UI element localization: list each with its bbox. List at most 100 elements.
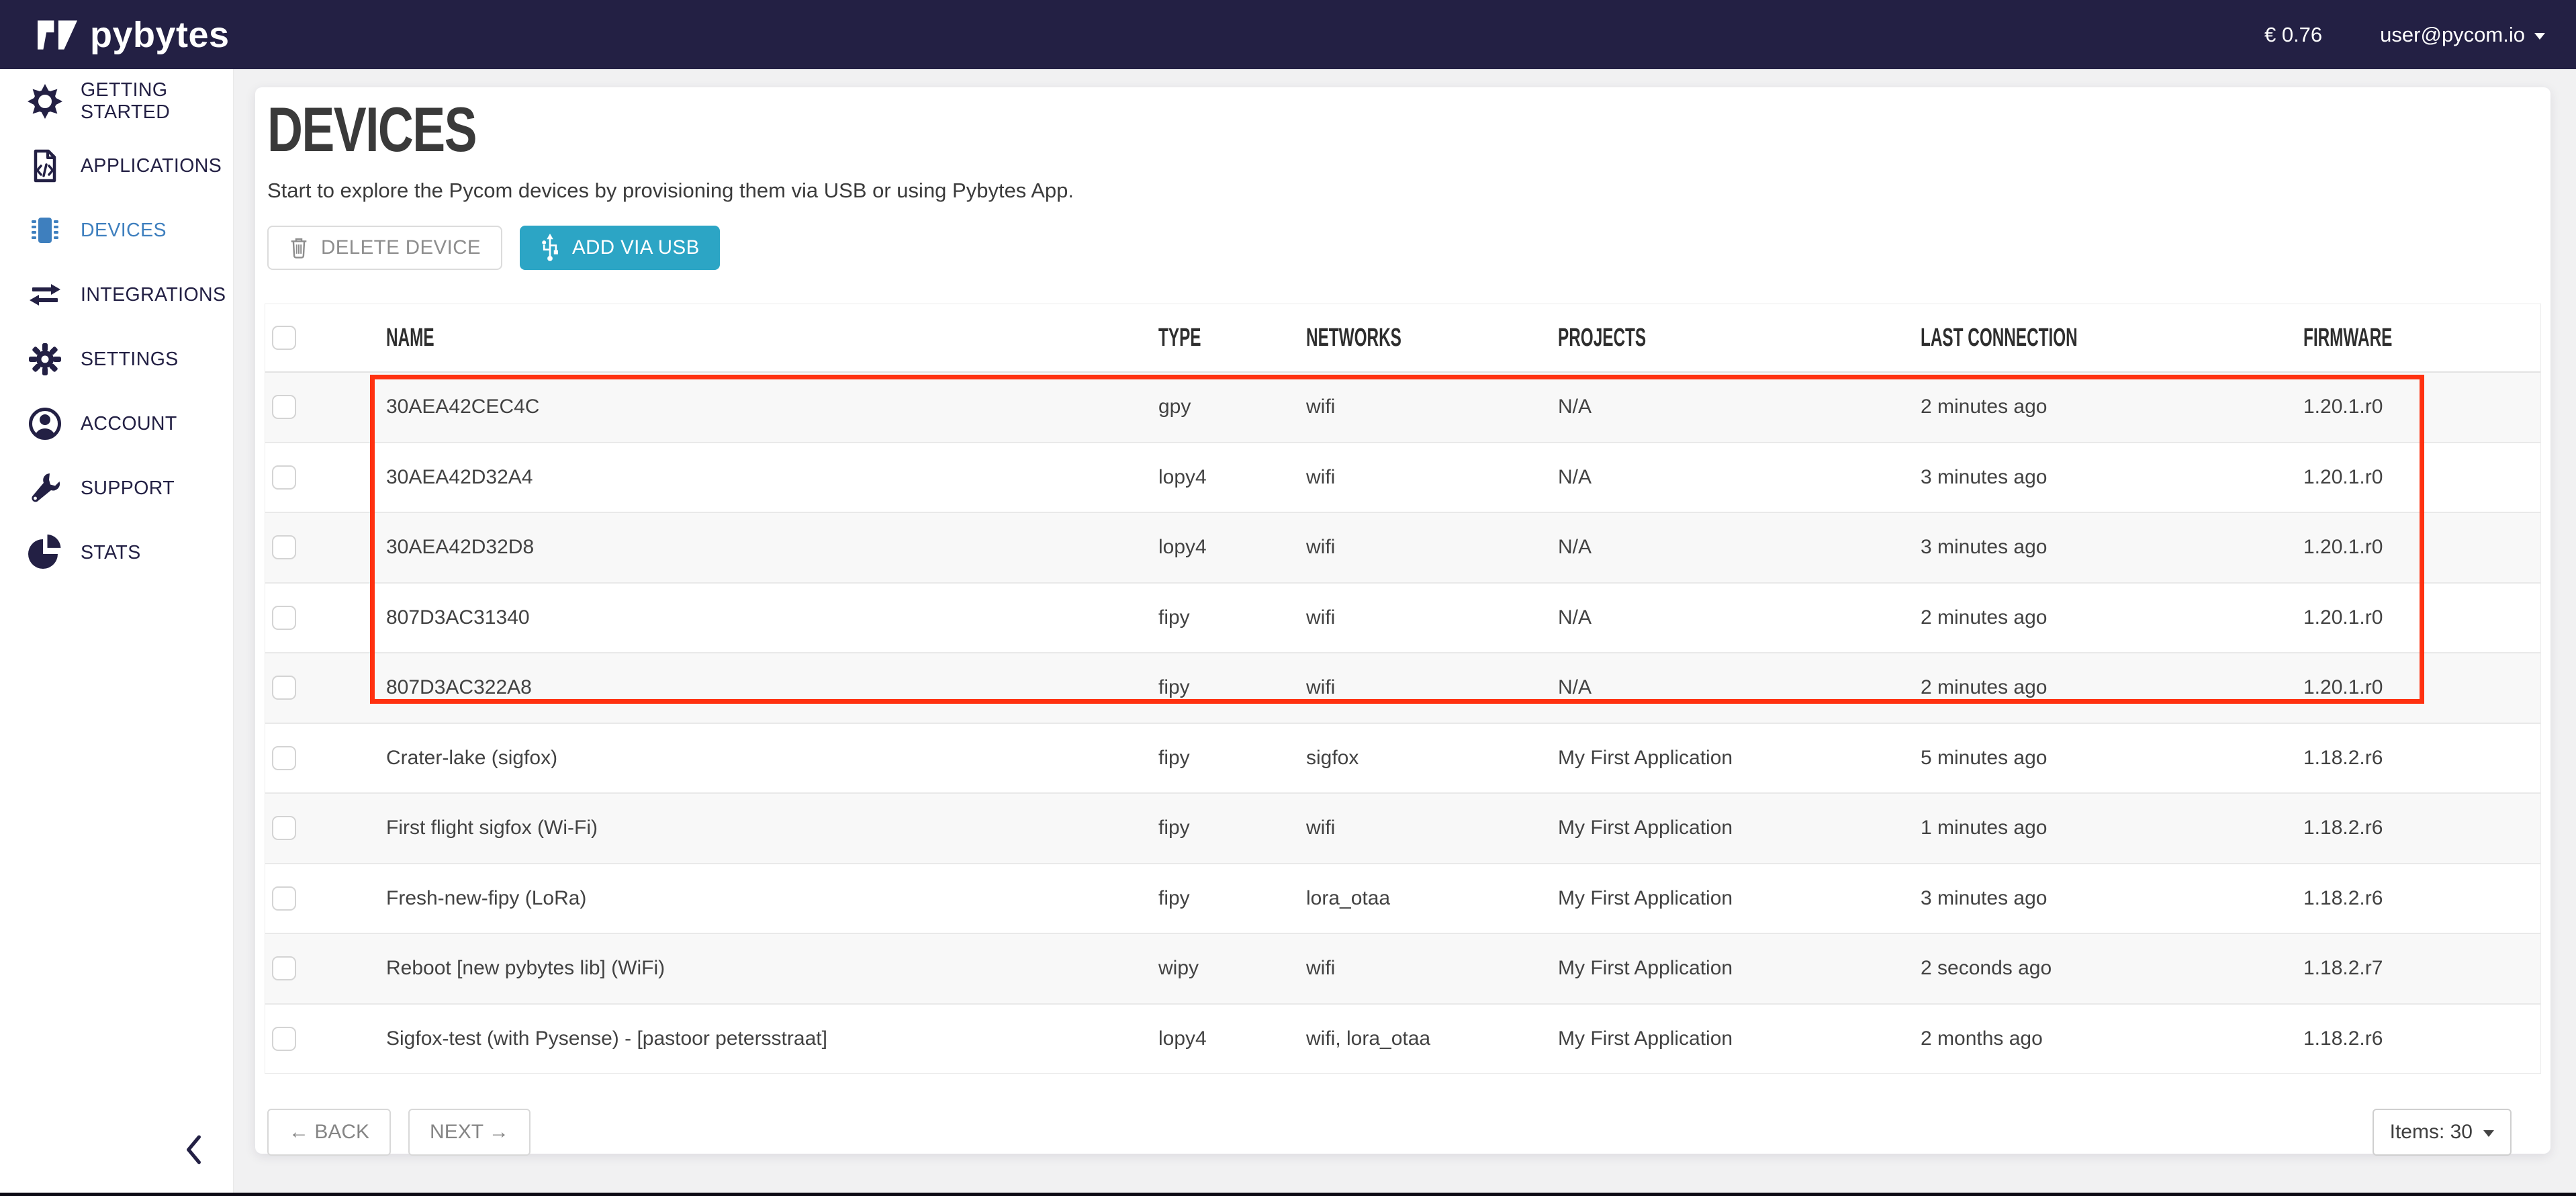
select-all-checkbox[interactable] — [272, 326, 296, 350]
sidebar-item-stats[interactable]: STATS — [0, 520, 233, 585]
cell-name: 30AEA42CEC4C — [366, 396, 1158, 418]
usb-icon — [540, 233, 560, 263]
cell-name: Crater-lake (sigfox) — [366, 747, 1158, 770]
table-row[interactable]: 30AEA42D32A4lopy4wifiN/A3 minutes ago1.2… — [265, 443, 2540, 514]
cell-firmware: 1.20.1.r0 — [2303, 606, 2540, 629]
table-row[interactable]: 30AEA42D32D8lopy4wifiN/A3 minutes ago1.2… — [265, 513, 2540, 584]
items-per-page-dropdown[interactable]: Items: 30 — [2373, 1109, 2512, 1156]
cell-name: First flight sigfox (Wi-Fi) — [366, 817, 1158, 839]
cell-last-connection: 5 minutes ago — [1921, 747, 2303, 770]
cell-projects: N/A — [1558, 676, 1921, 699]
sidebar-item-integrations[interactable]: INTEGRATIONS — [0, 263, 233, 327]
row-checkbox-cell — [265, 676, 366, 700]
topbar: pybytes € 0.76 user@pycom.io — [0, 0, 2576, 69]
actions-toolbar: DELETE DEVICE ADD VIA USB — [267, 226, 2541, 270]
table-row[interactable]: 807D3AC322A8fipywifiN/A2 minutes ago1.20… — [265, 653, 2540, 724]
row-checkbox[interactable] — [272, 606, 296, 630]
table-row[interactable]: Crater-lake (sigfox)fipysigfoxMy First A… — [265, 724, 2540, 794]
sidebar-item-label: STATS — [81, 542, 141, 564]
row-checkbox[interactable] — [272, 746, 296, 770]
cell-firmware: 1.20.1.r0 — [2303, 536, 2540, 559]
row-checkbox[interactable] — [272, 465, 296, 490]
table-row[interactable]: First flight sigfox (Wi-Fi)fipywifiMy Fi… — [265, 794, 2540, 864]
chevron-down-icon — [2483, 1130, 2494, 1137]
cell-type: fipy — [1158, 747, 1306, 770]
row-checkbox[interactable] — [272, 395, 296, 419]
cell-firmware: 1.20.1.r0 — [2303, 466, 2540, 489]
sidebar-collapse-button[interactable] — [183, 1134, 204, 1165]
pybytes-logo-icon — [38, 20, 78, 50]
sidebar-item-account[interactable]: ACCOUNT — [0, 392, 233, 456]
sidebar-item-devices[interactable]: DEVICES — [0, 198, 233, 263]
header-checkbox-cell — [265, 326, 366, 350]
back-button[interactable]: ← BACK — [267, 1109, 391, 1156]
cell-last-connection: 3 minutes ago — [1921, 466, 2303, 489]
sidebar: GETTING STARTED APPLICATIONS DEVICES INTEGR… — [0, 69, 234, 1196]
table-row[interactable]: Reboot [new pybytes lib] (WiFi)wipywifiM… — [265, 934, 2540, 1005]
cell-projects: My First Application — [1558, 817, 1921, 839]
column-header-name: NAME — [366, 324, 1158, 353]
user-menu[interactable]: user@pycom.io — [2380, 23, 2545, 47]
column-header-networks: NETWORKS — [1306, 324, 1558, 353]
devices-card: DEVICES Start to explore the Pycom devic… — [255, 87, 2550, 1154]
row-checkbox[interactable] — [272, 886, 296, 911]
delete-device-button[interactable]: DELETE DEVICE — [267, 226, 502, 270]
table-row[interactable]: 807D3AC31340fipywifiN/A2 minutes ago1.20… — [265, 584, 2540, 654]
content: DEVICES Start to explore the Pycom devic… — [234, 69, 2576, 1196]
user-circle-icon — [27, 406, 63, 442]
next-button[interactable]: NEXT → — [408, 1109, 531, 1156]
sidebar-item-label: APPLICATIONS — [81, 155, 222, 177]
cell-projects: My First Application — [1558, 957, 1921, 980]
wrench-icon — [27, 470, 63, 506]
row-checkbox-cell — [265, 886, 366, 911]
sidebar-item-support[interactable]: SUPPORT — [0, 456, 233, 520]
table-body: 30AEA42CEC4CgpywifiN/A2 minutes ago1.20.… — [265, 373, 2540, 1073]
sidebar-item-label: SETTINGS — [81, 349, 179, 371]
sidebar-item-label: GETTING STARTED — [81, 79, 233, 124]
cell-type: fipy — [1158, 676, 1306, 699]
row-checkbox-cell — [265, 816, 366, 840]
sidebar-item-label: ACCOUNT — [81, 413, 177, 435]
row-checkbox[interactable] — [272, 1027, 296, 1051]
cell-networks: wifi — [1306, 536, 1558, 559]
cell-networks: lora_otaa — [1306, 887, 1558, 910]
cell-firmware: 1.20.1.r0 — [2303, 676, 2540, 699]
cell-name: 30AEA42D32D8 — [366, 536, 1158, 559]
sidebar-item-settings[interactable]: SETTINGS — [0, 327, 233, 392]
cell-last-connection: 3 minutes ago — [1921, 887, 2303, 910]
table-row[interactable]: Fresh-new-fipy (LoRa)fipylora_otaaMy Fir… — [265, 864, 2540, 935]
cell-networks: wifi — [1306, 817, 1558, 839]
sidebar-item-applications[interactable]: APPLICATIONS — [0, 134, 233, 198]
sidebar-item-label: INTEGRATIONS — [81, 284, 226, 306]
add-via-usb-button[interactable]: ADD VIA USB — [520, 226, 720, 270]
devices-table: NAMETYPENETWORKSPROJECTSLAST CONNECTIONF… — [265, 304, 2541, 1074]
row-checkbox[interactable] — [272, 816, 296, 840]
table-row[interactable]: Sigfox-test (with Pysense) - [pastoor pe… — [265, 1005, 2540, 1074]
cell-projects: My First Application — [1558, 747, 1921, 770]
gear-icon — [27, 341, 63, 377]
page-title: DEVICES — [265, 87, 2541, 161]
cell-projects: N/A — [1558, 466, 1921, 489]
sidebar-item-getting-started[interactable]: GETTING STARTED — [0, 69, 233, 134]
cell-type: lopy4 — [1158, 1027, 1306, 1050]
balance: € 0.76 — [2264, 23, 2322, 47]
cell-name: Fresh-new-fipy (LoRa) — [366, 887, 1158, 910]
cell-networks: wifi — [1306, 396, 1558, 418]
row-checkbox[interactable] — [272, 535, 296, 559]
cell-networks: wifi — [1306, 957, 1558, 980]
cell-type: lopy4 — [1158, 466, 1306, 489]
row-checkbox-cell — [265, 606, 366, 630]
cell-type: lopy4 — [1158, 536, 1306, 559]
row-checkbox-cell — [265, 535, 366, 559]
row-checkbox[interactable] — [272, 676, 296, 700]
row-checkbox-cell — [265, 1027, 366, 1051]
table-row[interactable]: 30AEA42CEC4CgpywifiN/A2 minutes ago1.20.… — [265, 373, 2540, 443]
cell-type: fipy — [1158, 606, 1306, 629]
row-checkbox-cell — [265, 395, 366, 419]
cell-last-connection: 1 minutes ago — [1921, 817, 2303, 839]
cell-type: fipy — [1158, 817, 1306, 839]
cell-networks: wifi, lora_otaa — [1306, 1027, 1558, 1050]
code-document-icon — [27, 148, 63, 184]
cell-projects: N/A — [1558, 536, 1921, 559]
row-checkbox[interactable] — [272, 956, 296, 980]
